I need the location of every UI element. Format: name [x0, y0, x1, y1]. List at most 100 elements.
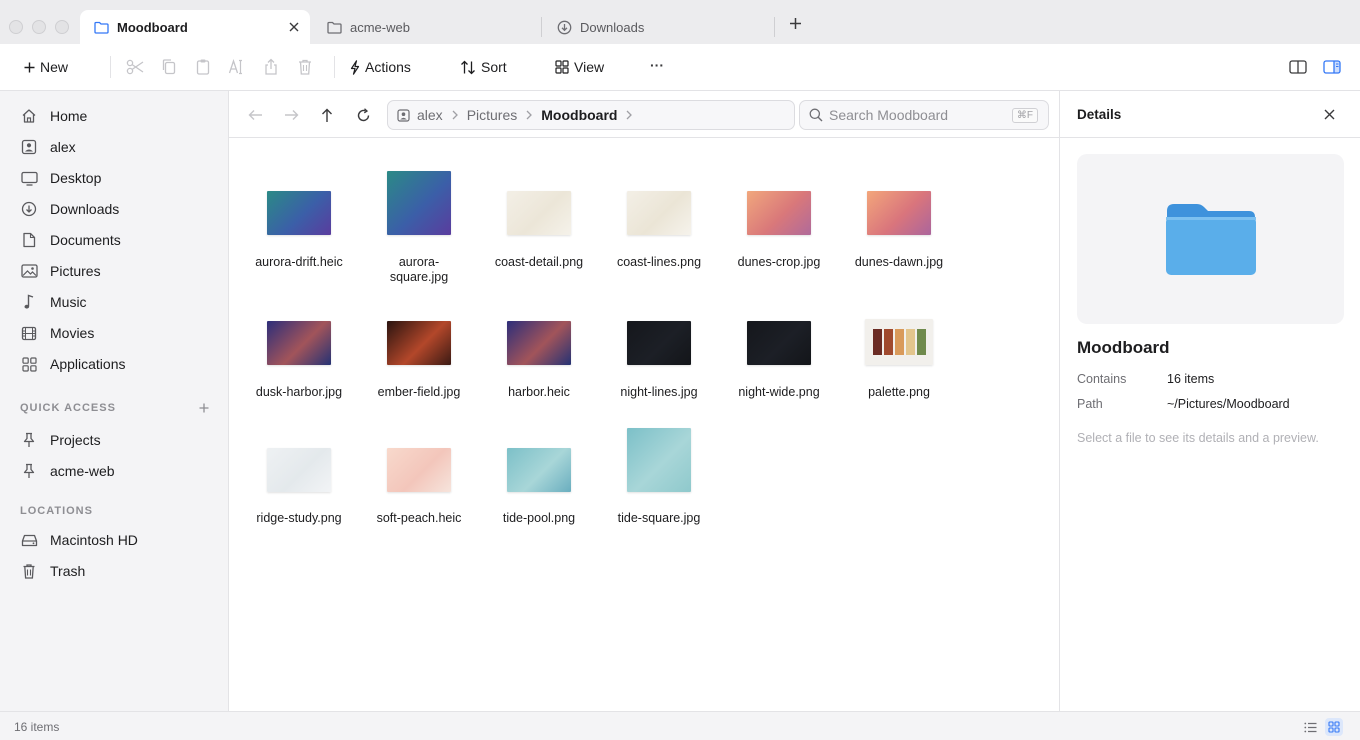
paste-icon[interactable] — [193, 57, 213, 77]
file-thumbnail — [747, 321, 811, 365]
sidebar-item-documents[interactable]: Documents — [20, 229, 121, 251]
plus-icon — [789, 17, 801, 29]
grid-view-icon[interactable] — [1325, 718, 1343, 736]
minimize-window-button[interactable] — [32, 20, 46, 34]
desktop-icon — [20, 169, 38, 187]
breadcrumb-alex[interactable]: alex — [417, 107, 443, 123]
sidebar-item-acme-web[interactable]: acme-web — [20, 460, 115, 482]
file-name: aurora-square.jpg — [389, 255, 449, 284]
sidebar-item-applications[interactable]: Applications — [20, 353, 126, 375]
palette-swatch — [894, 329, 904, 355]
folder-icon — [1166, 204, 1256, 275]
sidebar-item-label: alex — [50, 139, 76, 155]
sidebar-item-macintosh-hd[interactable]: Macintosh HD — [20, 529, 138, 551]
sidebar-item-music[interactable]: Music — [20, 291, 87, 313]
rename-icon[interactable] — [227, 57, 247, 77]
toolbar-divider — [334, 56, 335, 78]
close-window-button[interactable] — [9, 20, 23, 34]
file-name: aurora-drift.heic — [255, 255, 343, 269]
sidebar-item-label: acme-web — [50, 463, 115, 479]
sort-button[interactable]: Sort — [460, 56, 507, 78]
close-tab-icon[interactable] — [286, 19, 302, 35]
sidebar-item-label: Pictures — [50, 263, 101, 279]
more-icon: ··· — [650, 57, 664, 73]
grid-icon — [555, 60, 569, 74]
plus-icon — [24, 62, 35, 72]
contains-value: 16 items — [1167, 372, 1215, 386]
sidebar-item-home[interactable]: Home — [20, 105, 87, 127]
tab-divider — [541, 17, 542, 37]
tab-bar: Moodboard acme-web Downloads — [0, 0, 1360, 44]
list-view-icon[interactable] — [1301, 718, 1319, 736]
close-icon[interactable] — [1320, 105, 1338, 123]
folder-preview — [1077, 154, 1344, 324]
details-header: Details — [1060, 91, 1360, 138]
new-tab-button[interactable] — [785, 12, 805, 34]
more-button[interactable]: ··· — [650, 54, 664, 76]
search-input[interactable] — [829, 107, 999, 123]
details-panel: Details Moodboard Contains 16 items Path… — [1059, 91, 1360, 711]
toolbar: New Actions Sort View ··· — [0, 44, 1360, 91]
download-icon — [556, 19, 572, 35]
back-icon[interactable] — [245, 105, 265, 125]
sidebar-item-desktop[interactable]: Desktop — [20, 167, 101, 189]
tab-label: Downloads — [580, 19, 645, 35]
breadcrumb: alex Pictures Moodboard — [387, 100, 795, 130]
file-name: soft-peach.heic — [376, 511, 462, 525]
add-quick-access-button[interactable] — [196, 400, 212, 416]
refresh-icon[interactable] — [353, 105, 373, 125]
chevron-right-icon[interactable] — [626, 110, 633, 120]
file-grid: aurora-drift.heic aurora-square.jpg coast-… — [229, 138, 1059, 711]
actions-button[interactable]: Actions — [350, 56, 411, 78]
cut-icon[interactable] — [125, 57, 145, 77]
sidebar: Home alex Desktop Downloads Documents Pi… — [0, 91, 229, 711]
sidebar-item-alex[interactable]: alex — [20, 136, 76, 158]
forward-icon[interactable] — [281, 105, 301, 125]
pin-icon — [20, 462, 38, 480]
file-thumbnail — [867, 191, 931, 235]
sidebar-item-pictures[interactable]: Pictures — [20, 260, 101, 282]
tab-moodboard[interactable]: Moodboard — [80, 10, 310, 44]
details-hint: Select a file to see its details and a p… — [1077, 431, 1319, 445]
zoom-window-button[interactable] — [55, 20, 69, 34]
sidebar-item-trash[interactable]: Trash — [20, 560, 85, 582]
pin-icon — [20, 431, 38, 449]
sidebar-item-label: Home — [50, 108, 88, 124]
plus-icon — [199, 403, 209, 413]
user-icon — [20, 138, 38, 156]
tab-acme-web[interactable]: acme-web — [326, 10, 536, 44]
tab-downloads[interactable]: Downloads — [556, 10, 766, 44]
file-name: tide-square.jpg — [617, 511, 701, 525]
quick-access-heading: QUICK ACCESS — [20, 402, 116, 414]
sidebar-item-projects[interactable]: Projects — [20, 429, 101, 451]
sidebar-item-label: Desktop — [50, 170, 102, 186]
up-icon[interactable] — [317, 105, 337, 125]
file-thumbnail — [267, 191, 331, 235]
split-view-icon[interactable] — [1288, 57, 1308, 77]
new-button[interactable]: New — [24, 56, 68, 78]
copy-icon[interactable] — [159, 57, 179, 77]
tab-divider — [774, 17, 775, 37]
view-button[interactable]: View — [555, 56, 604, 78]
image-icon — [20, 262, 38, 280]
file-name: coast-detail.png — [494, 255, 584, 269]
view-label: View — [574, 59, 605, 75]
palette-swatch — [872, 329, 882, 355]
chevron-right-icon — [526, 110, 533, 120]
navigation-bar: alex Pictures Moodboard ⌘F — [229, 91, 1059, 138]
details-panel-icon[interactable] — [1322, 57, 1342, 77]
path-value: ~/Pictures/Moodboard — [1167, 397, 1290, 411]
trash-icon[interactable] — [295, 57, 315, 77]
share-icon[interactable] — [261, 57, 281, 77]
file-name: coast-lines.png — [616, 255, 702, 269]
details-title: Details — [1077, 107, 1122, 122]
item-count: 16 items — [14, 720, 60, 734]
breadcrumb-moodboard[interactable]: Moodboard — [541, 107, 617, 123]
sidebar-item-movies[interactable]: Movies — [20, 322, 94, 344]
sidebar-item-label: Documents — [50, 232, 121, 248]
breadcrumb-pictures[interactable]: Pictures — [467, 107, 518, 123]
file-name: harbor.heic — [508, 385, 570, 399]
sidebar-item-downloads[interactable]: Downloads — [20, 198, 119, 220]
file-thumbnail — [507, 448, 571, 492]
file-thumbnail — [267, 448, 331, 492]
